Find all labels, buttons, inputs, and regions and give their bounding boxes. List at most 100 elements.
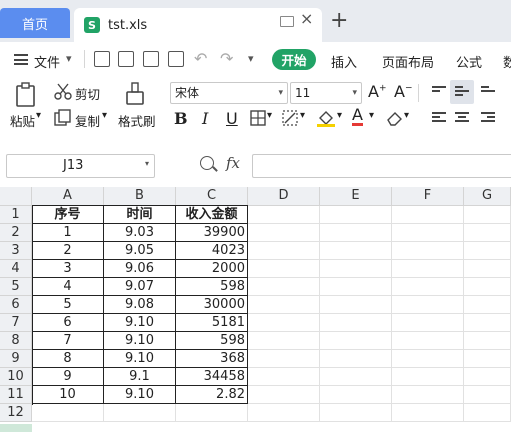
- cell-a3[interactable]: 2: [32, 242, 104, 260]
- row-header-3[interactable]: 3: [0, 242, 32, 260]
- name-box-chevron-icon[interactable]: ▾: [145, 159, 149, 168]
- cell-e6[interactable]: [320, 296, 392, 314]
- cell-d8[interactable]: [248, 332, 320, 350]
- format-painter-icon[interactable]: [124, 82, 146, 108]
- add-tab-icon[interactable]: +: [330, 10, 348, 32]
- cell-g1[interactable]: [464, 206, 511, 224]
- cell-d12[interactable]: [248, 404, 320, 422]
- cell-g11[interactable]: [464, 386, 511, 404]
- menu-page-layout[interactable]: 页面布局: [382, 52, 434, 71]
- cell-b8[interactable]: 9.10: [104, 332, 176, 350]
- cell-b9[interactable]: 9.10: [104, 350, 176, 368]
- cell-f2[interactable]: [392, 224, 464, 242]
- cell-e12[interactable]: [320, 404, 392, 422]
- formula-input[interactable]: [252, 154, 511, 178]
- fill-color-chevron-icon[interactable]: ▾: [337, 110, 342, 121]
- cell-c1[interactable]: 收入金额: [176, 206, 248, 224]
- cell-g8[interactable]: [464, 332, 511, 350]
- cell-c8[interactable]: 598: [176, 332, 248, 350]
- cell-f6[interactable]: [392, 296, 464, 314]
- monitor-icon[interactable]: [280, 16, 294, 27]
- cell-a8[interactable]: 7: [32, 332, 104, 350]
- cell-f4[interactable]: [392, 260, 464, 278]
- cell-b10[interactable]: 9.1: [104, 368, 176, 386]
- font-color-chevron-icon[interactable]: ▾: [369, 110, 374, 121]
- cell-g3[interactable]: [464, 242, 511, 260]
- cell-b12[interactable]: [104, 404, 176, 422]
- menu-formulas[interactable]: 公式: [456, 52, 482, 71]
- column-header-f[interactable]: F: [392, 187, 464, 206]
- paste-label[interactable]: 粘贴: [10, 111, 35, 130]
- cell-g9[interactable]: [464, 350, 511, 368]
- cell-c4[interactable]: 2000: [176, 260, 248, 278]
- cell-c7[interactable]: 5181: [176, 314, 248, 332]
- cell-e3[interactable]: [320, 242, 392, 260]
- column-header-g[interactable]: G: [464, 187, 511, 206]
- name-box[interactable]: J13: [6, 154, 155, 178]
- cell-d10[interactable]: [248, 368, 320, 386]
- font-size-select[interactable]: 11 ▾: [290, 82, 362, 104]
- cell-e4[interactable]: [320, 260, 392, 278]
- decrease-font-size-icon[interactable]: A−: [394, 82, 413, 101]
- row-header-2[interactable]: 2: [0, 224, 32, 242]
- row-header-9[interactable]: 9: [0, 350, 32, 368]
- menu-data[interactable]: 数: [503, 52, 511, 71]
- cell-g6[interactable]: [464, 296, 511, 314]
- cell-a12[interactable]: [32, 404, 104, 422]
- paste-icon[interactable]: [14, 82, 38, 108]
- bold-icon[interactable]: B: [174, 109, 188, 128]
- cell-a6[interactable]: 5: [32, 296, 104, 314]
- cell-g10[interactable]: [464, 368, 511, 386]
- cell-d11[interactable]: [248, 386, 320, 404]
- select-all-corner[interactable]: [0, 187, 32, 206]
- cell-c2[interactable]: 39900: [176, 224, 248, 242]
- align-right-icon[interactable]: [481, 112, 495, 124]
- cell-f9[interactable]: [392, 350, 464, 368]
- copy-label[interactable]: 复制: [75, 111, 100, 130]
- eraser-chevron-icon[interactable]: ▾: [404, 110, 409, 121]
- cell-e8[interactable]: [320, 332, 392, 350]
- align-left-icon[interactable]: [432, 112, 446, 124]
- cell-b11[interactable]: 9.10: [104, 386, 176, 404]
- chevron-down-icon[interactable]: ▾: [352, 83, 357, 103]
- cell-b3[interactable]: 9.05: [104, 242, 176, 260]
- row-header-8[interactable]: 8: [0, 332, 32, 350]
- row-header-5[interactable]: 5: [0, 278, 32, 296]
- italic-icon[interactable]: I: [202, 109, 208, 128]
- cell-d7[interactable]: [248, 314, 320, 332]
- scissors-icon[interactable]: [54, 82, 72, 100]
- cell-f8[interactable]: [392, 332, 464, 350]
- row-header-6[interactable]: 6: [0, 296, 32, 314]
- cell-e9[interactable]: [320, 350, 392, 368]
- tab-file-tst[interactable]: S tst.xls ×: [74, 8, 322, 42]
- cell-a11[interactable]: 10: [32, 386, 104, 404]
- cell-c3[interactable]: 4023: [176, 242, 248, 260]
- chevron-down-icon[interactable]: ▾: [66, 52, 72, 65]
- align-top-icon[interactable]: [432, 86, 446, 98]
- format-painter-label[interactable]: 格式刷: [118, 111, 156, 130]
- cell-a2[interactable]: 1: [32, 224, 104, 242]
- cell-b7[interactable]: 9.10: [104, 314, 176, 332]
- borders-chevron-icon[interactable]: ▾: [267, 110, 272, 121]
- menu-file[interactable]: 文件: [34, 52, 60, 71]
- cell-d9[interactable]: [248, 350, 320, 368]
- borders-icon[interactable]: [250, 110, 266, 126]
- cell-c11[interactable]: 2.82: [176, 386, 248, 404]
- close-tab-icon[interactable]: ×: [300, 9, 313, 28]
- print-preview-icon[interactable]: [168, 51, 184, 67]
- cell-d3[interactable]: [248, 242, 320, 260]
- cell-a10[interactable]: 9: [32, 368, 104, 386]
- cell-style-chevron-icon[interactable]: ▾: [300, 110, 305, 121]
- cell-g2[interactable]: [464, 224, 511, 242]
- cell-b6[interactable]: 9.08: [104, 296, 176, 314]
- cell-c12[interactable]: [176, 404, 248, 422]
- cell-e1[interactable]: [320, 206, 392, 224]
- cell-e2[interactable]: [320, 224, 392, 242]
- row-header-11[interactable]: 11: [0, 386, 32, 404]
- cell-c9[interactable]: 368: [176, 350, 248, 368]
- column-header-d[interactable]: D: [248, 187, 320, 206]
- cell-c6[interactable]: 30000: [176, 296, 248, 314]
- cell-a7[interactable]: 6: [32, 314, 104, 332]
- row-header-7[interactable]: 7: [0, 314, 32, 332]
- font-family-select[interactable]: 宋体 ▾: [170, 82, 288, 104]
